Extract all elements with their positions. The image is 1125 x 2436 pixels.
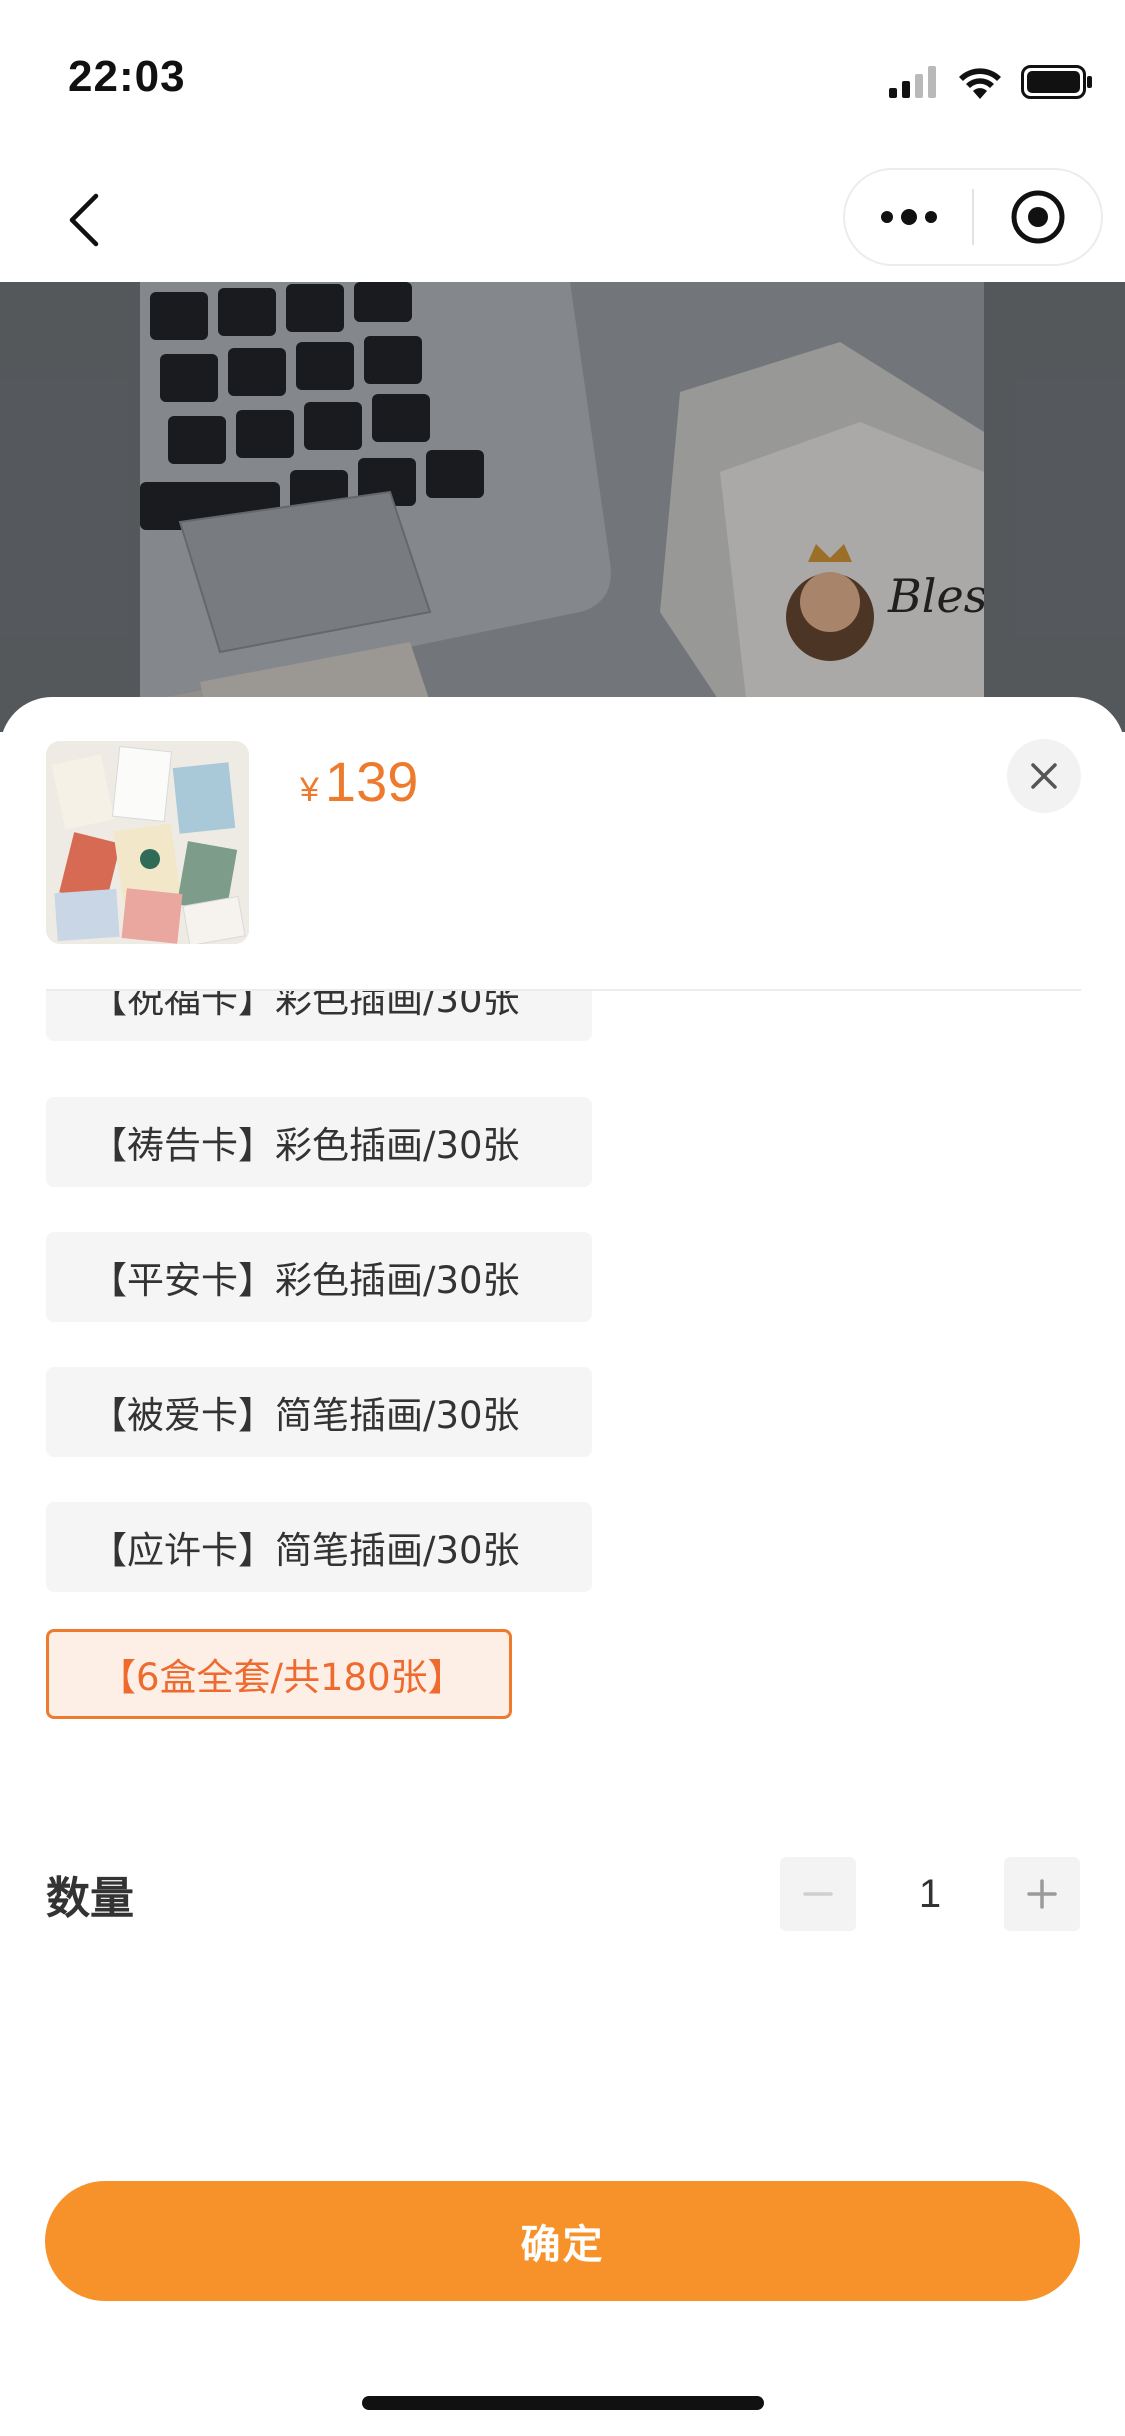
cellular-signal-icon	[889, 66, 936, 98]
battery-icon	[1021, 65, 1092, 99]
option-label: 【祝福卡】彩色插画/30张	[90, 991, 520, 1021]
option-label: 【6盒全套/共180张】	[99, 1656, 465, 1699]
minus-icon	[803, 1892, 833, 1896]
back-button[interactable]	[44, 180, 124, 260]
option-label: 【平安卡】彩色插画/30张	[90, 1259, 520, 1302]
price-value: 139	[324, 750, 419, 813]
more-button[interactable]	[845, 170, 972, 264]
home-indicator	[362, 2396, 764, 2410]
close-button[interactable]	[1007, 739, 1081, 813]
currency-symbol: ¥	[300, 771, 319, 809]
wifi-icon	[959, 68, 1001, 99]
close-icon	[1031, 763, 1057, 789]
product-thumbnail	[46, 741, 249, 944]
option-label: 【祷告卡】彩色插画/30张	[90, 1124, 520, 1167]
status-icons	[889, 62, 1093, 102]
option-promise-card[interactable]: 【应许卡】简笔插画/30张	[46, 1502, 592, 1592]
confirm-button[interactable]: 确定	[45, 2181, 1080, 2301]
quantity-value[interactable]: 1	[856, 1857, 1004, 1931]
option-blessing-card[interactable]: 【祝福卡】彩色插画/30张	[46, 991, 592, 1041]
quantity-stepper: 1	[780, 1857, 1080, 1931]
quantity-label: 数量	[46, 1873, 134, 1924]
option-label: 【被爱卡】简笔插画/30张	[90, 1394, 520, 1437]
record-target-icon	[1011, 190, 1064, 244]
sku-selection-sheet: ¥ 139 【祝福卡】彩色插画/30张 【祷告卡】彩色插画/30张 【平安卡】彩…	[0, 697, 1125, 2436]
modal-overlay[interactable]	[0, 282, 1125, 732]
option-peace-card[interactable]: 【平安卡】彩色插画/30张	[46, 1232, 592, 1322]
price: ¥ 139	[300, 749, 418, 814]
close-miniprogram-button[interactable]	[974, 170, 1101, 264]
status-time: 22:03	[68, 52, 186, 101]
status-bar: 22:03	[0, 0, 1125, 170]
thumbnail-image	[46, 741, 249, 944]
option-prayer-card[interactable]: 【祷告卡】彩色插画/30张	[46, 1097, 592, 1187]
option-full-set[interactable]: 【6盒全套/共180张】	[46, 1629, 512, 1719]
plus-icon	[1027, 1879, 1057, 1909]
decrement-button[interactable]	[780, 1857, 856, 1931]
more-dots-icon	[880, 209, 937, 225]
increment-button[interactable]	[1004, 1857, 1080, 1931]
miniprogram-capsule	[843, 168, 1103, 266]
option-loved-card[interactable]: 【被爱卡】简笔插画/30张	[46, 1367, 592, 1457]
chevron-left-icon	[69, 193, 99, 247]
option-label: 【应许卡】简笔插画/30张	[90, 1529, 520, 1572]
